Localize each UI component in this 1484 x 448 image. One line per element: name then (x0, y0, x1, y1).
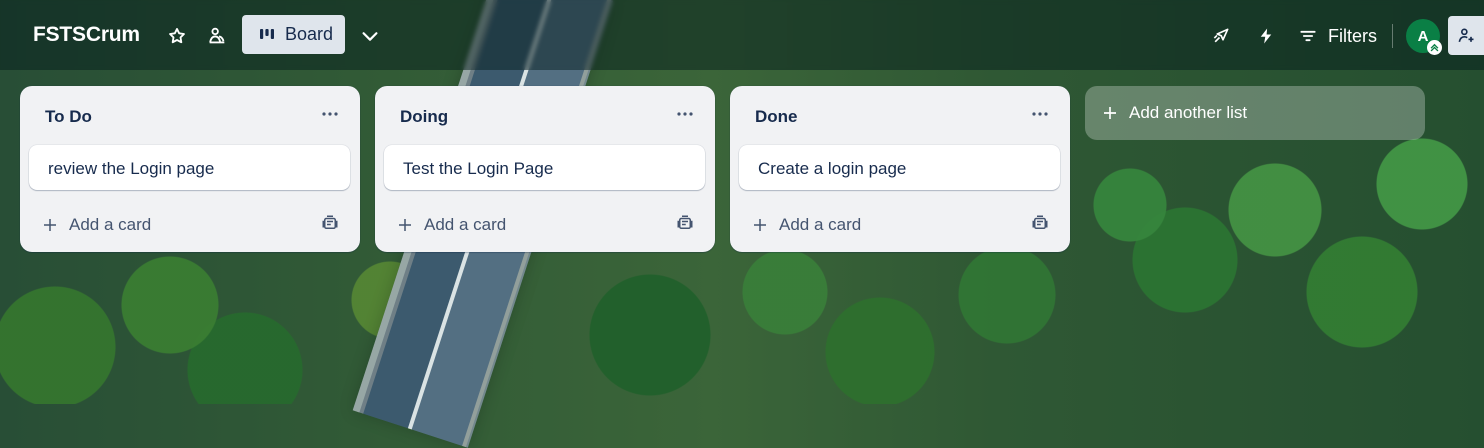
team-visibility-icon (209, 27, 225, 44)
admin-badge-icon (1427, 40, 1442, 55)
visibility-button[interactable] (203, 22, 231, 50)
board-view-label: Board (285, 24, 334, 44)
card-title: Create a login page (758, 159, 907, 178)
lightning-icon (1260, 28, 1272, 44)
more-horizontal-icon (677, 112, 693, 116)
add-card-label: Add a card (779, 215, 862, 234)
list-menu-button[interactable] (1030, 104, 1050, 124)
more-horizontal-icon (322, 112, 338, 116)
card[interactable]: Create a login page (739, 145, 1060, 190)
list-done: Done Create a login page Add a card (730, 86, 1070, 252)
create-from-template-button[interactable] (1029, 212, 1051, 234)
card[interactable]: review the Login page (29, 145, 350, 190)
filters-button[interactable]: Filters (1298, 22, 1377, 50)
member-avatar[interactable]: A (1406, 19, 1442, 55)
list-title[interactable]: To Do (45, 107, 92, 127)
add-card-button[interactable]: Add a card (396, 213, 506, 237)
power-ups-button[interactable] (1207, 22, 1235, 50)
card-title: review the Login page (48, 159, 215, 178)
plus-icon (1104, 107, 1116, 119)
automation-button[interactable] (1252, 22, 1280, 50)
list-menu-button[interactable] (675, 104, 695, 124)
add-card-label: Add a card (424, 215, 507, 234)
list-title[interactable]: Doing (400, 107, 448, 127)
board-view-button[interactable]: Board (242, 15, 345, 54)
star-button[interactable] (163, 22, 191, 50)
chevron-down-icon (362, 32, 378, 41)
card-template-icon (1032, 215, 1048, 229)
more-horizontal-icon (1032, 112, 1048, 116)
add-card-label: Add a card (69, 215, 152, 234)
share-button[interactable] (1448, 16, 1484, 55)
rocket-icon (1213, 28, 1229, 43)
add-card-button[interactable]: Add a card (41, 213, 151, 237)
create-from-template-button[interactable] (674, 212, 696, 234)
add-another-list-label: Add another list (1129, 103, 1248, 122)
list-menu-button[interactable] (320, 104, 340, 124)
card-template-icon (322, 215, 338, 229)
board-columns-icon (259, 27, 275, 43)
filter-icon (1300, 30, 1316, 42)
card[interactable]: Test the Login Page (384, 145, 705, 190)
plus-icon (44, 219, 56, 231)
list-title[interactable]: Done (755, 107, 798, 127)
card-title: Test the Login Page (403, 159, 554, 178)
board-header: FSTSCrum Board Filters A (0, 0, 1484, 70)
list-to-do: To Do review the Login page Add a card (20, 86, 360, 252)
toolbar-divider (1392, 24, 1393, 48)
filters-label: Filters (1328, 25, 1377, 46)
avatar-initial: A (1417, 27, 1429, 45)
board-title[interactable]: FSTSCrum (33, 23, 140, 47)
view-dropdown-button[interactable] (356, 22, 384, 50)
star-icon (169, 28, 185, 44)
create-from-template-button[interactable] (319, 212, 341, 234)
add-another-list-button[interactable]: Add another list (1085, 86, 1425, 140)
add-card-button[interactable]: Add a card (751, 213, 861, 237)
add-user-icon (1458, 28, 1474, 42)
list-doing: Doing Test the Login Page Add a card (375, 86, 715, 252)
card-template-icon (677, 215, 693, 229)
plus-icon (399, 219, 411, 231)
plus-icon (754, 219, 766, 231)
